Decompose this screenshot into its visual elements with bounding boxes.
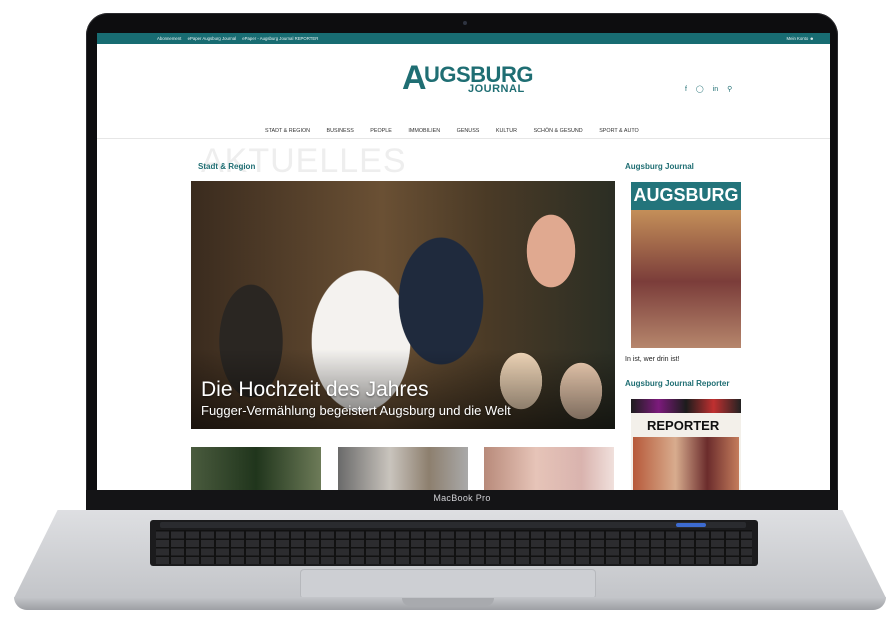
site-header: A UGSBURG JOURNAL f ◯ in ⚲ STADT & REGIO…	[97, 44, 830, 138]
nav-item-sport-auto[interactable]: SPORT & AUTO	[599, 128, 639, 134]
logo-letter: A	[402, 59, 427, 97]
reporter-title: REPORTER	[647, 418, 720, 433]
top-link-abonnement[interactable]: Abonnement	[157, 36, 181, 41]
hero-subtitle: Fugger-Vermählung begeistert Augsburg un…	[201, 403, 511, 418]
nav-item-people[interactable]: PEOPLE	[370, 128, 392, 134]
sidebar-journal-heading: Augsburg Journal	[625, 162, 694, 171]
top-links: Abonnement ePaper Augsburg Journal ePape…	[157, 33, 323, 44]
nav-item-business[interactable]: BUSINESS	[327, 128, 354, 134]
section-watermark: AKTUELLES	[201, 142, 407, 180]
top-link-epaper-reporter[interactable]: ePaper - Augsburg Journal REPORTER	[242, 36, 318, 41]
trackpad	[300, 569, 596, 599]
hero-title[interactable]: Die Hochzeit des Jahres	[201, 378, 429, 402]
account-label: Mein Konto	[786, 36, 809, 41]
reporter-banner	[631, 399, 741, 413]
magazine-cover[interactable]: AUGSBURG	[631, 182, 741, 348]
reporter-cover[interactable]: REPORTER	[631, 399, 741, 490]
nav-item-genuss[interactable]: GENUSS	[457, 128, 480, 134]
reporter-image	[633, 437, 739, 490]
logo-sub: JOURNAL	[468, 83, 525, 95]
social-links: f ◯ in ⚲	[685, 85, 739, 93]
touch-bar	[160, 522, 746, 528]
top-link-epaper[interactable]: ePaper Augsburg Journal	[188, 36, 237, 41]
laptop-screen: Abonnement ePaper Augsburg Journal ePape…	[97, 33, 830, 490]
facebook-icon[interactable]: f	[685, 86, 687, 93]
site-logo[interactable]: A UGSBURG JOURNAL	[402, 60, 542, 104]
linkedin-icon[interactable]: in	[713, 86, 718, 93]
search-icon[interactable]: ⚲	[727, 86, 732, 93]
touch-bar-accent	[676, 523, 706, 527]
laptop-chin: MacBook Pro	[86, 490, 838, 510]
article-thumbnail[interactable]	[191, 447, 321, 490]
account-link[interactable]: Mein Konto ☻	[787, 33, 814, 44]
top-bar: Abonnement ePaper Augsburg Journal ePape…	[97, 33, 830, 44]
header-divider	[97, 138, 830, 139]
article-thumbnail[interactable]	[484, 447, 614, 490]
section-label[interactable]: Stadt & Region	[198, 162, 255, 171]
article-thumbnail[interactable]	[338, 447, 468, 490]
magazine-title: AUGSBURG	[633, 185, 739, 205]
camera-dot	[463, 21, 467, 25]
nav-item-kultur[interactable]: KULTUR	[496, 128, 517, 134]
lid-notch	[402, 598, 494, 606]
keyboard-keys	[156, 530, 752, 564]
nav-item-stadt-region[interactable]: STADT & REGION	[265, 128, 310, 134]
sidebar-reporter-heading: Augsburg Journal Reporter	[625, 379, 730, 388]
magazine-note: In ist, wer drin ist!	[625, 356, 680, 363]
instagram-icon[interactable]: ◯	[696, 86, 704, 93]
nav-item-immobilien[interactable]: IMMOBILIEN	[408, 128, 440, 134]
user-icon: ☻	[809, 36, 814, 41]
nav-item-schoen-gesund[interactable]: SCHÖN & GESUND	[534, 128, 583, 134]
device-label: MacBook Pro	[433, 493, 491, 503]
main-nav: STADT & REGION BUSINESS PEOPLE IMMOBILIE…	[265, 128, 654, 134]
